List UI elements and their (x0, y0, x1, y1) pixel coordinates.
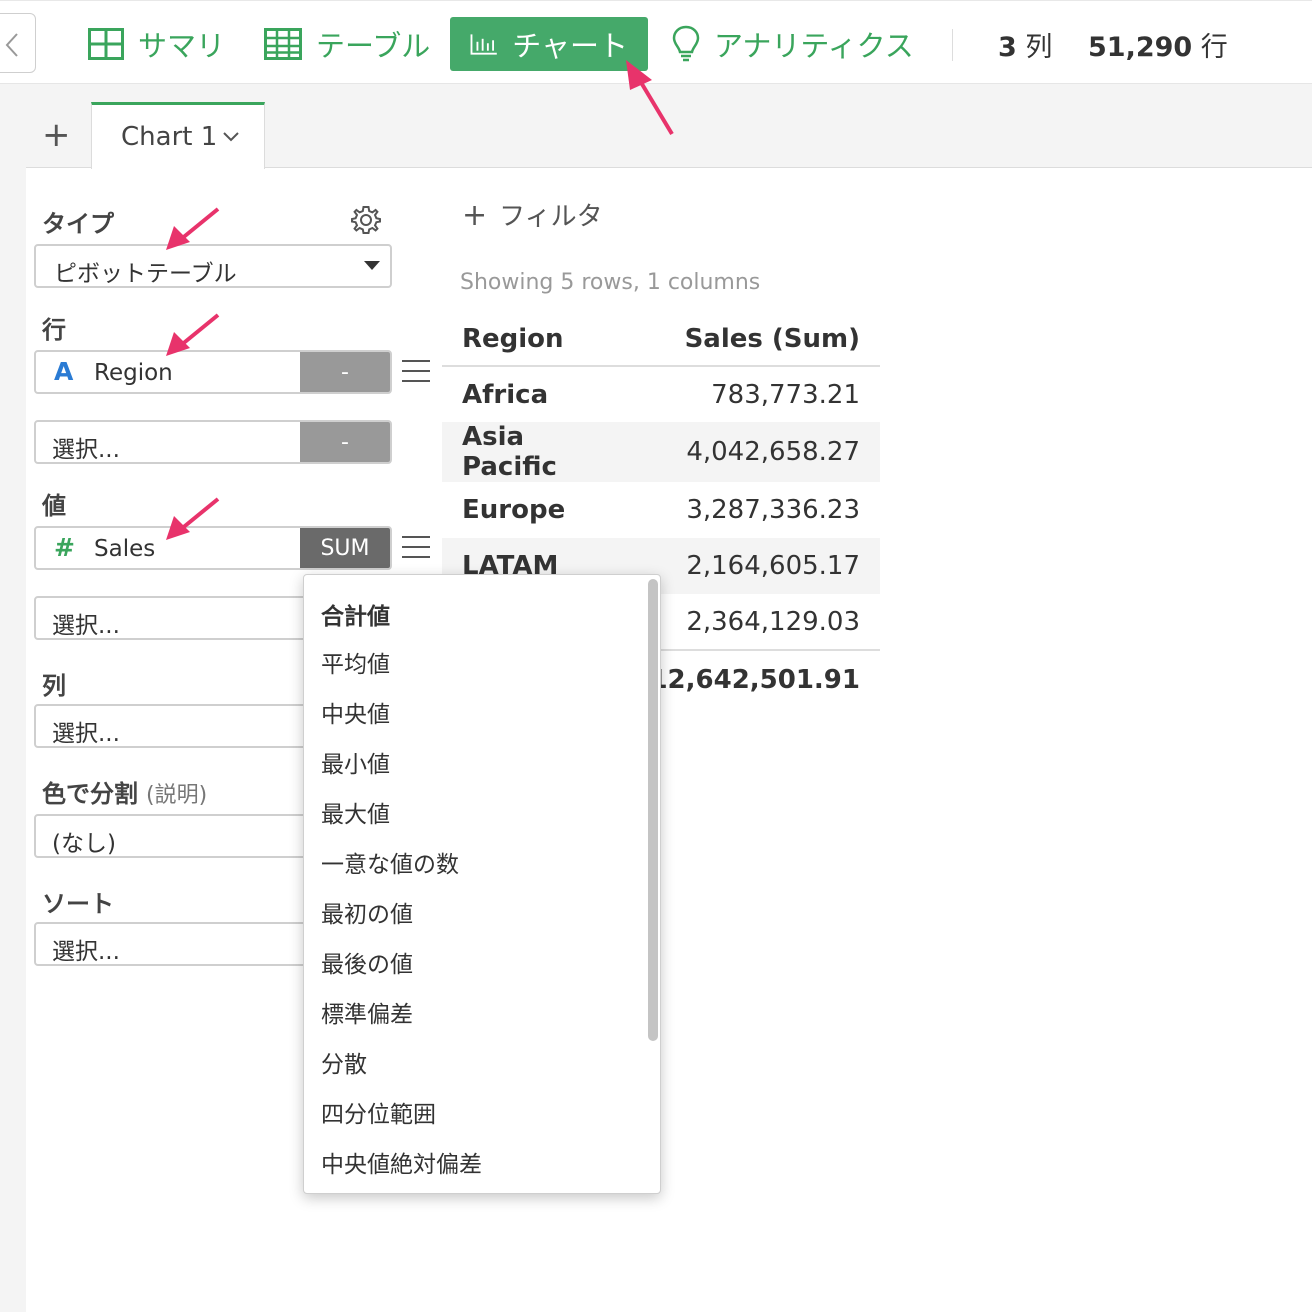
tab-summary[interactable]: サマリ (68, 17, 245, 71)
column-header[interactable]: Sales (Sum) (629, 312, 880, 367)
region-cell: Europe (462, 495, 566, 525)
sales-cell: 783,773.21 (711, 379, 860, 410)
chart-tab[interactable]: Chart 1 (91, 102, 265, 169)
menu-item-iqr[interactable]: 四分位範囲 (321, 1095, 436, 1129)
value-field-name: Sales (94, 536, 156, 562)
menu-item-min[interactable]: 最小値 (321, 745, 390, 779)
showing-summary: Showing 5 rows, 1 columns (460, 270, 761, 295)
tab-chart[interactable]: チャート (450, 17, 648, 71)
summary-grid-icon (88, 28, 124, 60)
chart-tab-bar: + Chart 1 (26, 84, 1312, 169)
toolbar-divider (952, 29, 953, 61)
table-row: Asia Pacific 4,042,658.27 (442, 422, 880, 482)
back-button[interactable] (0, 13, 36, 73)
add-filter-button[interactable]: + フィルタ (462, 196, 603, 233)
aggregation-dropdown: 合計値 平均値 中央値 最小値 最大値 一意な値の数 最初の値 最後の値 標準偏… (303, 574, 661, 1194)
sort-field-placeholder: 選択... (52, 939, 120, 965)
color-split-value: (なし) (52, 831, 116, 857)
menu-item-unique-count[interactable]: 一意な値の数 (321, 845, 459, 879)
sort-label: ソート (42, 890, 114, 918)
menu-item-sum[interactable]: 合計値 (321, 597, 390, 631)
menu-item-stddev[interactable]: 標準偏差 (321, 995, 413, 1029)
table-row: Europe 3,287,336.23 (442, 482, 880, 538)
sales-cell: 2,364,129.03 (686, 606, 860, 637)
plus-icon: + (462, 198, 488, 233)
value-agg-button[interactable]: SUM (300, 528, 390, 568)
tab-table-label: テーブル (316, 29, 431, 63)
menu-item-median[interactable]: 中央値 (321, 695, 390, 729)
menu-item-mad[interactable]: 中央値絶対偏差 (321, 1145, 482, 1179)
column-field-placeholder: 選択... (52, 721, 120, 747)
number-type-icon: # (54, 533, 75, 562)
caret-down-icon (364, 261, 380, 270)
sales-cell: 2,164,605.17 (629, 538, 880, 594)
row-field-region[interactable]: A Region - (34, 350, 392, 394)
sales-cell: 3,287,336.23 (686, 495, 860, 525)
chevron-left-icon (5, 33, 18, 57)
chart-type-value: ピボットテーブル (54, 261, 237, 287)
tab-analytics-label: アナリティクス (714, 29, 914, 63)
menu-item-first[interactable]: 最初の値 (321, 895, 413, 929)
color-split-label: 色で分割 (説明) (42, 780, 208, 808)
total-cell: 12,642,501.91 (629, 649, 880, 708)
chevron-down-icon[interactable] (222, 131, 240, 143)
sales-cell: 4,042,658.27 (629, 422, 880, 482)
row-agg-button[interactable]: - (300, 352, 390, 392)
menu-item-average[interactable]: 平均値 (321, 645, 390, 679)
columns-label: 列 (42, 672, 66, 700)
chart-type-select[interactable]: ピボットテーブル (34, 244, 392, 288)
tab-chart-label: チャート (512, 29, 628, 63)
tab-summary-label: サマリ (138, 29, 226, 63)
values-label: 値 (42, 492, 66, 520)
column-header[interactable]: Region (442, 312, 630, 367)
menu-item-last[interactable]: 最後の値 (321, 945, 413, 979)
value-field-sales[interactable]: # Sales SUM (34, 526, 392, 570)
type-label: タイプ (42, 210, 114, 238)
bar-chart-icon (470, 34, 497, 55)
row-field-empty[interactable]: 選択... - (34, 420, 392, 464)
region-cell: Africa (462, 379, 549, 410)
dropdown-scrollbar[interactable] (648, 579, 658, 1041)
menu-item-variance[interactable]: 分散 (321, 1045, 367, 1079)
color-split-help-link[interactable]: (説明) (146, 783, 207, 808)
table-row: Africa 783,773.21 (442, 366, 880, 422)
drag-handle-icon[interactable] (402, 536, 430, 566)
tab-analytics[interactable]: アナリティクス (652, 17, 934, 71)
add-chart-button[interactable]: + (42, 118, 71, 152)
column-count: 3 列 (998, 32, 1053, 63)
row-count: 51,290 行 (1088, 32, 1228, 63)
row-empty-agg-button[interactable]: - (300, 422, 390, 462)
value-field-placeholder: 選択... (52, 613, 120, 639)
chart-tab-label: Chart 1 (121, 122, 218, 152)
drag-handle-icon[interactable] (402, 360, 430, 390)
row-field-name: Region (94, 360, 173, 386)
text-type-icon: A (54, 357, 74, 386)
lightbulb-icon (672, 25, 700, 62)
rows-label: 行 (42, 316, 66, 344)
region-cell: Asia Pacific (442, 422, 630, 482)
table-header-row: Region Sales (Sum) (442, 312, 880, 367)
top-toolbar: サマリ テーブル チャート アナリティクス 3 列 51,290 行 (0, 0, 1312, 84)
gear-icon[interactable] (350, 204, 382, 236)
left-gutter (0, 84, 26, 1312)
row-field-placeholder: 選択... (52, 437, 120, 463)
menu-item-max[interactable]: 最大値 (321, 795, 390, 829)
table-icon (264, 28, 302, 60)
tab-table[interactable]: テーブル (244, 17, 450, 71)
